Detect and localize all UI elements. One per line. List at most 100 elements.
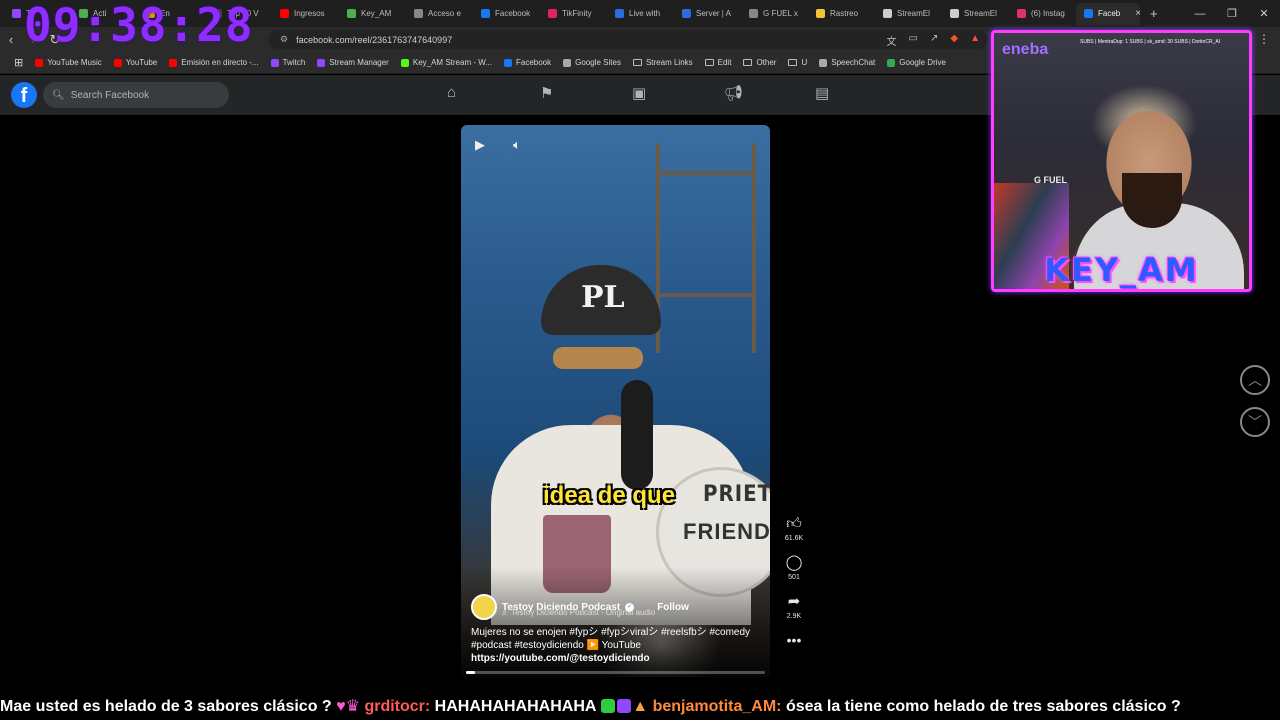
share-page-icon[interactable]: ↗ — [930, 33, 938, 48]
back-arrow-icon[interactable]: ‹ — [0, 32, 22, 47]
browser-tab[interactable]: StreamEl — [942, 3, 1009, 25]
like-icon: 👍︎ — [786, 515, 802, 532]
person-cap — [541, 265, 661, 335]
gaming-icon[interactable]: ▤ — [815, 84, 829, 102]
chat-message-1: Mae usted es helado de 3 sabores clásico… — [0, 698, 332, 715]
tab-label: Live with — [629, 9, 661, 18]
previous-reel-button[interactable]: ︿ — [1240, 365, 1270, 395]
flame-badge-icon: ▲ — [632, 698, 649, 715]
browser-tab[interactable]: StreamEl — [875, 3, 942, 25]
share-count: 2.9K — [786, 613, 802, 620]
share-button[interactable]: ➦ 2.9K — [781, 593, 807, 620]
search-placeholder: Search Facebook — [70, 89, 150, 101]
next-reel-button[interactable]: ﹀ — [1240, 407, 1270, 437]
folder-icon — [743, 59, 753, 66]
tab-favicon-icon — [950, 9, 959, 18]
home-icon[interactable]: ⌂ — [447, 84, 456, 101]
apps-icon[interactable]: ⊞ — [8, 56, 29, 69]
volume-icon[interactable]: 🔈︎ — [513, 137, 521, 153]
url-field[interactable]: ⚙ facebook.com/reel/2361763747640997 文 ▭… — [268, 30, 988, 49]
bookmark-favicon-icon — [887, 58, 896, 67]
close-tab-icon[interactable]: × — [1135, 8, 1140, 19]
reel-video[interactable]: PRIET FRIENDLY idea de que ▶ 🔈︎ Testoy D… — [461, 125, 770, 677]
browser-menu-icon[interactable]: ⋮ — [1258, 32, 1270, 46]
crown-emote-icon: ♛ — [345, 698, 360, 715]
tab-label: Rastreo — [830, 9, 859, 18]
window-controls: — ❐ ✕ — [1184, 0, 1280, 27]
tab-label: Faceb — [1098, 9, 1121, 18]
close-window-icon[interactable]: ✕ — [1248, 7, 1280, 20]
cast-icon[interactable]: ▭ — [909, 33, 918, 48]
browser-tab[interactable]: (6) Instag — [1009, 3, 1076, 25]
like-button[interactable]: 👍︎ 61.6K — [781, 515, 807, 542]
sign-text-1: PRIET — [703, 482, 770, 507]
tab-favicon-icon — [615, 9, 624, 18]
browser-tab[interactable]: Facebook — [473, 3, 540, 25]
search-icon: 🔍︎ — [52, 89, 65, 101]
sub-badge-icon — [617, 699, 632, 713]
bookmark-item[interactable]: Twitch — [265, 58, 312, 67]
bookmark-item[interactable]: YouTube Music — [29, 58, 108, 67]
bookmark-item[interactable]: Stream Links — [627, 58, 699, 67]
rewards-icon[interactable]: ▲ — [970, 33, 980, 48]
comment-button[interactable]: ◯ 501 — [781, 554, 807, 581]
streamer-nameplate: KEY_AM — [1044, 251, 1199, 289]
tab-favicon-icon — [816, 9, 825, 18]
browser-tab[interactable]: Faceb × — [1076, 2, 1140, 25]
background-shelf — [656, 143, 756, 353]
follow-button[interactable]: Follow — [657, 602, 689, 613]
audio-label[interactable]: ♬ Testoy Diciendo Podcast · Original aud… — [501, 608, 655, 617]
bookmark-item[interactable]: Stream Manager — [311, 58, 395, 67]
minimize-icon[interactable]: — — [1184, 8, 1216, 20]
author-avatar[interactable] — [471, 594, 497, 620]
description-link[interactable]: https://youtube.com/@testoydiciendo — [471, 652, 766, 665]
browser-tab[interactable]: Key_AM — [339, 3, 406, 25]
browser-tab[interactable]: Rastreo — [808, 3, 875, 25]
announcement-icon[interactable]: 📢︎ — [724, 84, 743, 102]
bookmark-label: Other — [756, 58, 777, 67]
new-tab-icon[interactable]: + — [1150, 6, 1158, 21]
bookmark-item[interactable]: Edit — [699, 58, 738, 67]
browser-tab[interactable]: G FUEL x — [741, 3, 808, 25]
video-icon[interactable]: ▣ — [632, 84, 646, 102]
share-icon: ➦ — [787, 593, 801, 610]
maximize-icon[interactable]: ❐ — [1216, 7, 1248, 20]
tab-label: (6) Instag — [1031, 9, 1065, 18]
tab-favicon-icon — [548, 9, 557, 18]
pages-icon[interactable]: ⚑ — [540, 84, 553, 102]
bookmark-item[interactable]: YouTube — [108, 58, 163, 67]
sign-text-2: FRIENDLY — [683, 519, 770, 544]
bookmark-item[interactable]: Google Drive — [881, 58, 952, 67]
bookmark-label: Stream Manager — [329, 58, 389, 67]
reel-progress-bar[interactable] — [466, 671, 765, 674]
bookmark-item[interactable]: Key_AM Stream - W... — [395, 58, 498, 67]
folder-icon — [632, 59, 642, 66]
bookmark-item[interactable]: Facebook — [498, 58, 557, 67]
bookmark-item[interactable]: SpeechChat — [813, 58, 881, 67]
bookmark-label: Twitch — [282, 58, 306, 67]
play-icon[interactable]: ▶ — [475, 137, 485, 153]
bookmark-item[interactable]: Other — [737, 58, 782, 67]
browser-tab[interactable]: Acceso e — [406, 3, 473, 25]
facebook-logo[interactable]: f — [11, 82, 37, 108]
browser-tab[interactable]: Live with — [607, 3, 674, 25]
bookmark-favicon-icon — [169, 58, 178, 67]
more-options-icon[interactable]: ••• — [781, 632, 807, 648]
translate-icon[interactable]: 文 — [887, 33, 897, 48]
bookmark-item[interactable]: Google Sites — [557, 58, 627, 67]
video-caption: idea de que — [543, 482, 676, 509]
tab-label: Ingresos — [294, 9, 325, 18]
tab-favicon-icon — [1017, 9, 1026, 18]
bookmark-item[interactable]: Emisión en directo -... — [163, 58, 264, 67]
browser-tab[interactable]: Server | A — [674, 3, 741, 25]
sub-stats: SUBS | MentraDup: 1 SUBS | sk_amd: 30 SU… — [1080, 39, 1221, 45]
browser-tab[interactable]: TikFinity — [540, 3, 607, 25]
bookmark-favicon-icon — [400, 58, 409, 67]
microphone — [621, 380, 653, 490]
bookmark-item[interactable]: U — [782, 58, 813, 67]
browser-tab[interactable]: Ingresos — [272, 3, 339, 25]
site-info-icon[interactable]: ⚙ — [280, 34, 288, 45]
tab-favicon-icon — [749, 9, 758, 18]
search-input[interactable]: 🔍︎ Search Facebook — [43, 82, 229, 108]
brave-shield-icon[interactable]: ◆ — [950, 33, 958, 48]
